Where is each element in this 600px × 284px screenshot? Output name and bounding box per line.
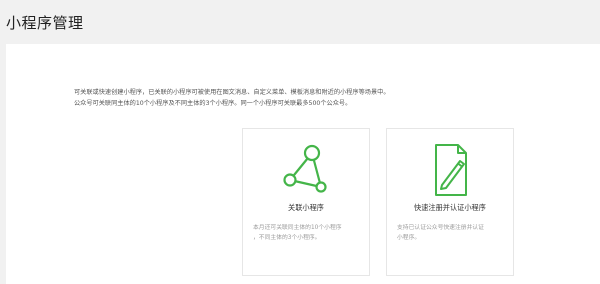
card-description-line: 支持已认证公众号快速注册并认证 [397, 225, 484, 231]
card-description-line: 小程序。 [397, 235, 421, 241]
card-title: 关联小程序 [288, 203, 324, 212]
register-document-icon [387, 141, 513, 199]
card-description-line: ，不同主体的3个小程序。 [253, 235, 321, 241]
content-panel: 可关联或快速创建小程序，已关联的小程序可被使用在图文消息、自定义菜单、模板消息和… [6, 44, 600, 284]
quick-register-card[interactable]: 快速注册并认证小程序 支持已认证公众号快速注册并认证 小程序。 [386, 128, 514, 276]
card-description-line: 本月还可关联同主体的10个小程序 [253, 225, 342, 231]
card-description: 支持已认证公众号快速注册并认证 小程序。 [397, 223, 505, 243]
link-mini-program-card[interactable]: 关联小程序 本月还可关联同主体的10个小程序 ，不同主体的3个小程序。 [242, 128, 370, 276]
link-network-icon [243, 141, 369, 199]
intro-line: 公众号可关联同主体的10个小程序及不同主体的3个小程序。同一个小程序可关联最多5… [74, 100, 352, 107]
page-title: 小程序管理 [6, 14, 84, 32]
card-description: 本月还可关联同主体的10个小程序 ，不同主体的3个小程序。 [253, 223, 361, 243]
intro-line: 可关联或快速创建小程序，已关联的小程序可被使用在图文消息、自定义菜单、模板消息和… [74, 89, 390, 96]
intro-text: 可关联或快速创建小程序，已关联的小程序可被使用在图文消息、自定义菜单、模板消息和… [74, 87, 494, 109]
card-title: 快速注册并认证小程序 [414, 203, 486, 212]
